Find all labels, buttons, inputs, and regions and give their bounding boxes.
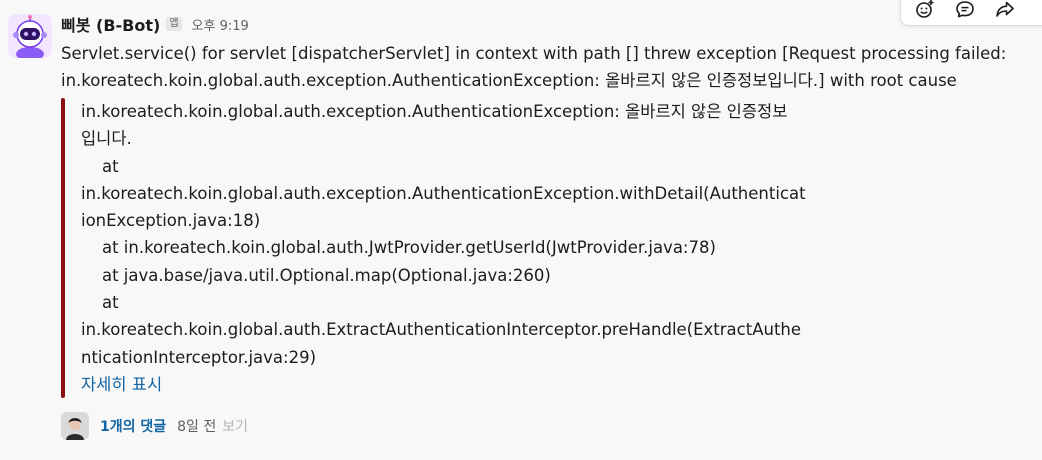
attachment-accent-bar	[61, 98, 65, 398]
message-actions-toolbar	[900, 0, 1042, 26]
stack-trace-line: in.koreatech.koin.global.auth.ExtractAut…	[81, 320, 802, 340]
stack-trace-line: nticationInterceptor.java:29)	[81, 347, 317, 367]
stack-trace-text: in.koreatech.koin.global.auth.exception.…	[81, 98, 821, 371]
user-avatar-icon	[61, 412, 89, 440]
stack-trace-line: at java.base/java.util.Optional.map(Opti…	[81, 265, 551, 285]
robot-icon	[8, 14, 52, 58]
reply-user-avatar[interactable]	[61, 412, 89, 440]
message-timestamp[interactable]: 오후 9:19	[192, 15, 249, 34]
stack-trace-line: ionException.java:18)	[81, 211, 261, 231]
error-attachment: in.koreatech.koin.global.auth.exception.…	[61, 98, 821, 398]
share-message-button[interactable]	[989, 0, 1021, 23]
message-header: 삐봇 (B-Bot) 앱 오후 9:19	[61, 13, 249, 35]
stack-trace-line: in.koreatech.koin.global.auth.exception.…	[81, 183, 806, 203]
reply-in-thread-button[interactable]	[949, 0, 981, 23]
message: 삐봇 (B-Bot) 앱 오후 9:19 Servlet.service() f…	[0, 0, 1042, 460]
reply-count-link[interactable]: 1개의 댓글	[100, 416, 166, 436]
app-badge: 앱	[166, 17, 182, 31]
stack-trace-line: at	[81, 293, 119, 313]
add-reaction-button[interactable]	[909, 0, 941, 23]
stack-trace-line: at	[81, 156, 119, 176]
stack-trace-line: 입니다.	[81, 129, 132, 149]
last-reply-time: 8일 전	[177, 419, 217, 435]
add-reaction-icon	[916, 0, 934, 18]
stack-trace-line: at in.koreatech.koin.global.auth.JwtProv…	[81, 238, 716, 258]
bot-avatar[interactable]	[8, 14, 52, 58]
attachment-body: in.koreatech.koin.global.auth.exception.…	[81, 98, 821, 398]
stack-trace-line: in.koreatech.koin.global.auth.exception.…	[81, 102, 788, 121]
view-thread-link[interactable]: 보기	[222, 416, 248, 436]
thread-summary[interactable]: 1개의 댓글 8일 전 보기	[61, 411, 248, 441]
sender-name[interactable]: 삐봇 (B-Bot)	[61, 12, 160, 36]
reply-in-thread-icon	[956, 1, 974, 18]
share-icon	[996, 1, 1014, 17]
show-more-link[interactable]: 자세히 표시	[81, 371, 821, 398]
message-text: Servlet.service() for servlet [dispatche…	[61, 44, 1007, 90]
